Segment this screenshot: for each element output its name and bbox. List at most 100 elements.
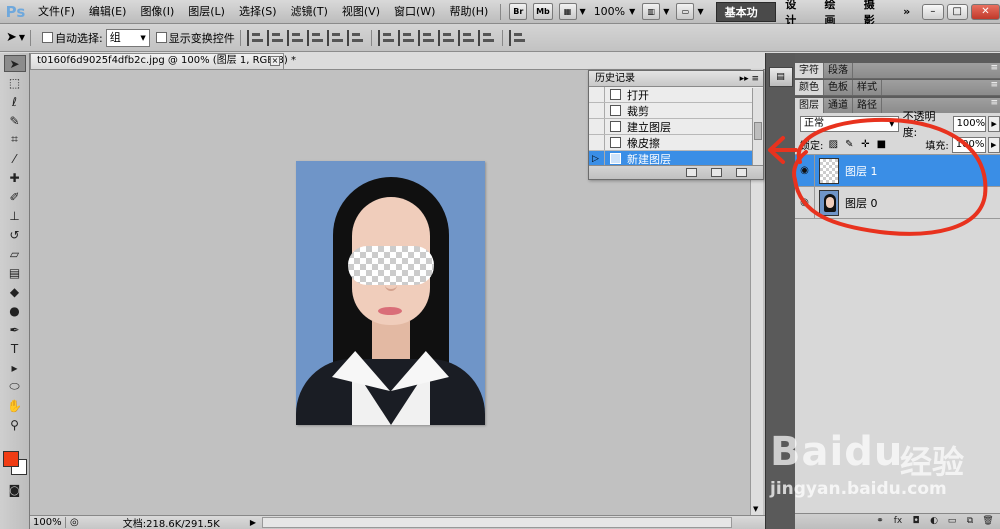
align-left-icon[interactable]	[306, 29, 325, 46]
brush-tool-icon[interactable]: ✐	[4, 188, 26, 205]
distribute-hcenter-icon[interactable]	[457, 29, 476, 46]
align-hcenter-icon[interactable]	[326, 29, 345, 46]
menu-edit[interactable]: 编辑(E)	[82, 0, 134, 24]
fill-slider-icon[interactable]: ▶	[987, 136, 1000, 153]
align-vcenter-icon[interactable]	[266, 29, 285, 46]
extras-dropdown-icon[interactable]: ▼	[580, 7, 586, 16]
minimize-icon[interactable]: –	[922, 3, 944, 20]
lock-transparency-icon[interactable]: ▨	[827, 139, 839, 151]
status-info-icon[interactable]: ◎	[70, 517, 79, 528]
type-tool-icon[interactable]: T	[4, 340, 26, 357]
blur-tool-icon[interactable]: ◆	[4, 283, 26, 300]
panel-menu-icon[interactable]: ▸▸ ≡	[740, 72, 759, 87]
scroll-thumb[interactable]	[754, 122, 762, 140]
marquee-tool-icon[interactable]: ⬚	[4, 74, 26, 91]
new-document-from-state-icon[interactable]	[686, 168, 697, 177]
add-mask-icon[interactable]: ◘	[910, 516, 922, 527]
workspace-essentials[interactable]: 基本功能	[715, 1, 777, 39]
tool-preset-dropdown-icon[interactable]: ▼	[19, 33, 25, 42]
lasso-tool-icon[interactable]: ℓ	[4, 93, 26, 110]
arrange-documents-icon[interactable]: ▥	[642, 3, 661, 20]
history-brush-tool-icon[interactable]: ↺	[4, 226, 26, 243]
blend-mode-dropdown[interactable]: 正常	[800, 116, 899, 132]
history-scrollbar[interactable]	[752, 88, 763, 165]
arrange-dropdown-icon[interactable]: ▼	[663, 7, 669, 16]
opacity-input[interactable]: 100%	[952, 116, 987, 132]
opacity-slider-icon[interactable]: ▶	[988, 116, 1000, 132]
layer-name[interactable]: 图层 0	[845, 195, 878, 211]
history-snapshot-box[interactable]	[589, 103, 605, 118]
visibility-eye-icon[interactable]: ◉	[795, 187, 815, 218]
eyedropper-tool-icon[interactable]: ⁄	[4, 150, 26, 167]
distribute-right-icon[interactable]	[477, 29, 496, 46]
distribute-bottom-icon[interactable]	[417, 29, 436, 46]
status-menu-arrow-icon[interactable]: ▶	[250, 518, 256, 527]
pen-tool-icon[interactable]: ✒	[4, 321, 26, 338]
screen-mode-icon[interactable]: ▭	[676, 3, 695, 20]
layer-row-layer1[interactable]: ◉ 图层 1	[795, 155, 1000, 187]
layer-style-icon[interactable]: fx	[892, 516, 904, 527]
lock-pixels-icon[interactable]: ✎	[843, 139, 855, 151]
move-tool-icon[interactable]: ➤	[3, 55, 26, 72]
mini-bridge-button[interactable]: Mb	[533, 3, 553, 20]
bridge-button[interactable]: Br	[509, 3, 528, 20]
distribute-top-icon[interactable]	[377, 29, 396, 46]
align-top-icon[interactable]	[246, 29, 265, 46]
zoom-dropdown-icon[interactable]: ▼	[629, 7, 635, 16]
menu-filter[interactable]: 滤镜(T)	[284, 0, 335, 24]
path-selection-tool-icon[interactable]: ▸	[4, 359, 26, 376]
history-panel-header[interactable]: 历史记录 ▸▸ ≡	[589, 71, 763, 87]
delete-state-icon[interactable]	[736, 168, 747, 177]
layer-row-layer0[interactable]: ◉ 图层 0	[795, 187, 1000, 219]
clone-stamp-tool-icon[interactable]: ⊥	[4, 207, 26, 224]
lock-position-icon[interactable]: ✛	[859, 139, 871, 151]
zoom-level[interactable]: 100%	[594, 5, 625, 18]
status-zoom[interactable]: 100%	[30, 517, 66, 528]
panel-menu-icon[interactable]: ≡	[990, 98, 998, 108]
foreground-color-swatch[interactable]	[3, 451, 19, 467]
dodge-tool-icon[interactable]: ●	[4, 302, 26, 319]
crop-tool-icon[interactable]: ⌗	[4, 131, 26, 148]
tab-paragraph[interactable]: 段落	[824, 63, 853, 78]
auto-select-checkbox[interactable]	[42, 32, 54, 43]
align-right-icon[interactable]	[346, 29, 365, 46]
history-item[interactable]: 建立图层	[589, 119, 763, 135]
move-tool-icon[interactable]: ➤	[6, 30, 17, 45]
workspace-more-icon[interactable]: »	[894, 5, 919, 18]
panel-menu-icon[interactable]: ≡	[990, 63, 998, 73]
tab-color[interactable]: 颜色	[795, 80, 824, 95]
create-snapshot-icon[interactable]	[711, 168, 722, 177]
align-bottom-icon[interactable]	[286, 29, 305, 46]
hand-tool-icon[interactable]: ✋	[4, 397, 26, 414]
shape-tool-icon[interactable]: ⬭	[4, 378, 26, 395]
menu-select[interactable]: 选择(S)	[232, 0, 284, 24]
tab-layers[interactable]: 图层	[795, 98, 824, 113]
close-document-icon[interactable]: ×	[270, 56, 280, 66]
history-item[interactable]: 橡皮擦	[589, 135, 763, 151]
visibility-eye-icon[interactable]: ◉	[795, 155, 815, 186]
screen-mode-dropdown-icon[interactable]: ▼	[697, 7, 703, 16]
portrait-photo[interactable]	[296, 161, 485, 425]
menu-layer[interactable]: 图层(L)	[181, 0, 232, 24]
maximize-icon[interactable]: □	[946, 3, 968, 20]
quick-selection-tool-icon[interactable]: ✎	[4, 112, 26, 129]
menu-window[interactable]: 窗口(W)	[387, 0, 442, 24]
layer-thumbnail[interactable]	[819, 189, 839, 216]
auto-select-dropdown[interactable]: 组	[105, 28, 150, 47]
panel-menu-icon[interactable]: ≡	[990, 80, 998, 90]
adjustment-layer-icon[interactable]: ◐	[928, 516, 940, 527]
distribute-vcenter-icon[interactable]	[397, 29, 416, 46]
tab-character[interactable]: 字符	[795, 63, 824, 78]
menu-file[interactable]: 文件(F)	[31, 0, 82, 24]
close-window-icon[interactable]: ✕	[970, 3, 1000, 20]
history-panel-icon[interactable]: ▤	[768, 67, 793, 87]
layer-thumbnail[interactable]	[819, 157, 839, 184]
menu-view[interactable]: 视图(V)	[335, 0, 387, 24]
healing-brush-tool-icon[interactable]: ✚	[4, 169, 26, 186]
history-snapshot-box[interactable]	[589, 87, 605, 102]
quick-mask-icon[interactable]: ◙	[4, 481, 26, 498]
lock-all-icon[interactable]: ■	[875, 139, 887, 151]
scroll-down-icon[interactable]: ▼	[753, 505, 758, 513]
tab-channels[interactable]: 通道	[824, 98, 853, 113]
tab-paths[interactable]: 路径	[853, 98, 882, 113]
